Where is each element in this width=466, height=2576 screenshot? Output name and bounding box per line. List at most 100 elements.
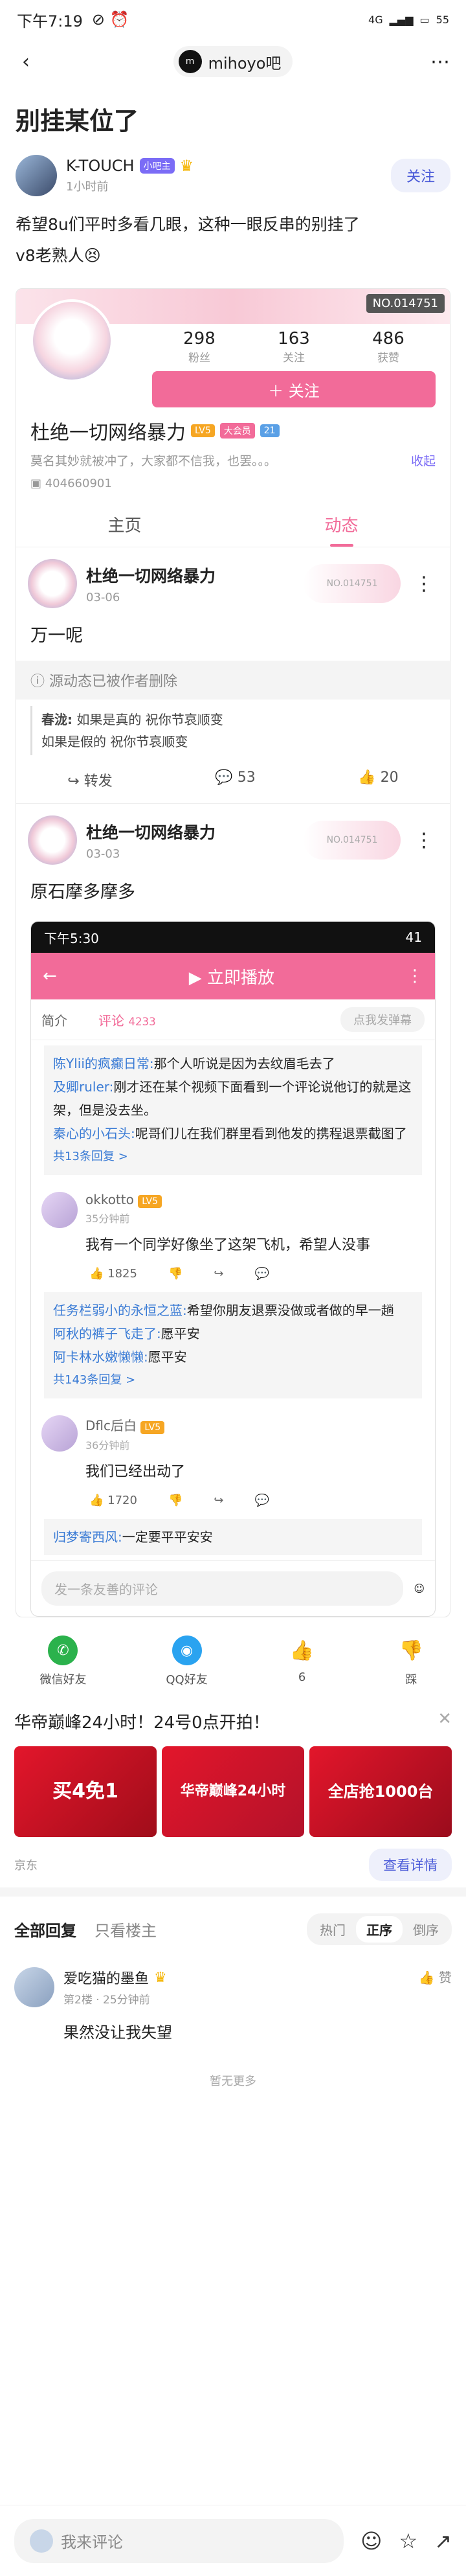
play-icon: ▶	[188, 968, 208, 988]
reply-filter: 全部回复 只看楼主 热门 正序 倒序	[0, 1887, 466, 1955]
feed1-date: 03-06	[86, 590, 120, 604]
share-wechat[interactable]: ✆ 微信好友	[39, 1636, 86, 1687]
quote-line2: 如果是假的 祝你节哀顺变	[41, 734, 188, 749]
ad-images[interactable]: 买4免1 华帝巅峰24小时 全店抢1000台	[14, 1746, 452, 1837]
info-icon: ⓘ	[30, 674, 49, 690]
follow-button[interactable]: 关注	[390, 159, 450, 192]
dislike-label: 踩	[405, 1673, 417, 1687]
comment1-actions: 👍 1825 👎 ↪ 💬	[31, 1262, 435, 1287]
quote-block: 春泷: 如果是真的 祝你节哀顺变 如果是假的 祝你节哀顺变	[30, 706, 436, 755]
comment2-actions: 👍 1720 👎 ↪ 💬	[31, 1488, 435, 1514]
ad-image-3: 全店抢1000台	[309, 1746, 452, 1837]
clock: 下午7:19	[17, 12, 83, 30]
reply-more-2: 共143条回复 >	[53, 1373, 136, 1387]
feed1-more-icon: ⋮	[414, 572, 434, 595]
profile-tabs: 主页 动态	[16, 502, 450, 547]
nested-video-screenshot: 下午5:30 41 ← ▶ 立即播放 ⋮ 简介 评论 4233 点我发弹幕 陈Ylii…	[30, 921, 436, 1617]
forum-pill[interactable]: m mihoyo吧	[173, 46, 293, 77]
screenshot-profile: NO.014751 298 粉丝 163 关注 486 获赞 ＋ 关注 杜绝一切网络暴…	[16, 288, 450, 1617]
author-avatar[interactable]	[16, 155, 57, 196]
comment-bubble-icon[interactable]: ☺	[361, 2529, 382, 2553]
reply-text-7: 一定要平平安安	[122, 1529, 213, 1545]
reply-box-2: 任务栏弱小的永恒之蓝:希望你朋友退票没做或者做的早一趟 阿秋的裤子飞走了:愿平安…	[44, 1292, 422, 1398]
nested-comment-input: 发一条友善的评论 ☺	[31, 1560, 435, 1616]
ad-cta-button[interactable]: 查看详情	[369, 1849, 452, 1881]
reply-more-1: 共13条回复 >	[53, 1150, 128, 1163]
tab-comment: 评论	[98, 1012, 124, 1029]
more-icon[interactable]: ⋯	[426, 47, 454, 76]
sort-asc[interactable]: 正序	[356, 1916, 403, 1943]
profile-name: 杜绝一切网络暴力	[30, 422, 186, 444]
like-post[interactable]: 👍 6	[287, 1636, 317, 1687]
comment2-reply-icon: 💬	[254, 1494, 269, 1507]
avatar-small	[30, 2529, 53, 2553]
no-more: 暂无更多	[210, 2075, 256, 2088]
author-name[interactable]: K-TOUCH	[66, 157, 135, 175]
reply-box-1: 陈Ylii的疯癫日常:那个人听说是因为去纹眉毛去了 及卿ruler:刚才还在某个…	[44, 1045, 422, 1175]
reply-user-2: 及卿ruler:	[53, 1079, 114, 1095]
ad-close-icon[interactable]: ✕	[438, 1709, 452, 1733]
floor-like-label[interactable]: 赞	[439, 1970, 452, 1985]
share-qq[interactable]: ◉ QQ好友	[166, 1636, 208, 1687]
like-icon: 👍	[358, 769, 381, 786]
fans-count: 298	[183, 329, 216, 348]
share-out-icon[interactable]: ↗	[434, 2529, 452, 2553]
signal-icon: ▂▄▆	[389, 13, 414, 26]
reply-text-5: 愿平安	[161, 1326, 200, 1341]
star-icon[interactable]: ☆	[399, 2529, 418, 2553]
reply-user-4: 任务栏弱小的永恒之蓝:	[53, 1303, 187, 1318]
sort-toggle: 热门 正序 倒序	[307, 1913, 452, 1945]
ad-source: 京东	[14, 1859, 38, 1873]
back-icon[interactable]: ‹	[12, 47, 40, 76]
comment1-dislike-icon: 👎	[168, 1267, 183, 1281]
quote-user: 春泷:	[41, 712, 72, 727]
fans-label: 粉丝	[188, 352, 210, 365]
owner-only-tab[interactable]: 只看楼主	[94, 1918, 157, 1941]
uid-icon: ▣	[30, 477, 45, 490]
likes-label: 获赞	[377, 352, 399, 365]
nested-status-bar: 下午5:30 41	[31, 922, 435, 953]
feed1-header: 杜绝一切网络暴力 03-06 NO.014751 ⋮	[16, 547, 450, 613]
comment1-reply-icon: 💬	[254, 1267, 269, 1281]
reply-text-6: 愿平安	[148, 1349, 187, 1365]
floor-like-icon[interactable]: 👍	[419, 1970, 439, 1985]
profile-bio: 莫名其妙就被冲了，大家都不信我，也罢。。。	[30, 454, 277, 468]
comment2-time: 36分钟前	[85, 1439, 130, 1452]
top-bar: ‹ m mihoyo吧 ⋯	[0, 39, 466, 84]
feed1-name: 杜绝一切网络暴力	[86, 566, 216, 586]
nested-clock: 下午5:30	[44, 930, 99, 946]
wechat-label: 微信好友	[39, 1673, 87, 1687]
video-header: ← ▶ 立即播放 ⋮	[31, 953, 435, 999]
post-text-line1: 希望8u们平时多看几眼，这种一眼反串的别挂了	[16, 215, 360, 234]
comment1-lv: LV5	[138, 1195, 162, 1208]
feed2-decoration: NO.014751	[304, 821, 401, 860]
reply-user-1: 陈Ylii的疯癫日常:	[53, 1056, 154, 1071]
battery-icon: ▭	[419, 13, 430, 26]
comment1-time: 35分钟前	[85, 1213, 130, 1225]
tab-dynamic: 动态	[233, 502, 450, 547]
post-title: 别挂某位了	[16, 107, 139, 135]
comment-input[interactable]: 我来评论	[14, 2518, 344, 2563]
thumb-up-icon: 👍	[289, 1639, 315, 1662]
all-replies-tab[interactable]: 全部回复	[14, 1918, 76, 1941]
qq-label: QQ好友	[166, 1673, 208, 1687]
forum-name: mihoyo吧	[208, 54, 282, 73]
comment2-likes: 1720	[107, 1494, 137, 1507]
sort-hot[interactable]: 热门	[309, 1916, 356, 1943]
comment1-avatar	[41, 1192, 78, 1228]
floor-avatar[interactable]	[14, 1967, 54, 2007]
emoji-icon: ☺	[414, 1582, 425, 1595]
comment1-likes: 1825	[107, 1267, 137, 1281]
video-tabs: 简介 评论 4233 点我发弹幕	[31, 999, 435, 1040]
floor-name[interactable]: 爱吃猫的墨鱼	[63, 1967, 149, 1988]
author-row: K-TOUCH 小吧主 ♛ 1小时前 关注	[0, 150, 466, 201]
post-time: 1小时前	[66, 180, 109, 194]
danmu-input: 点我发弹幕	[340, 1007, 425, 1032]
comment1-like-icon: 👍	[89, 1267, 108, 1281]
dislike-post[interactable]: 👎 踩	[397, 1636, 427, 1687]
sort-desc[interactable]: 倒序	[403, 1916, 449, 1943]
profile-avatar	[30, 299, 113, 382]
floor-meta: 第2楼 · 25分钟前	[63, 1994, 150, 2007]
share-label: 转发	[83, 773, 113, 790]
comment-icon: 💬	[215, 769, 238, 786]
